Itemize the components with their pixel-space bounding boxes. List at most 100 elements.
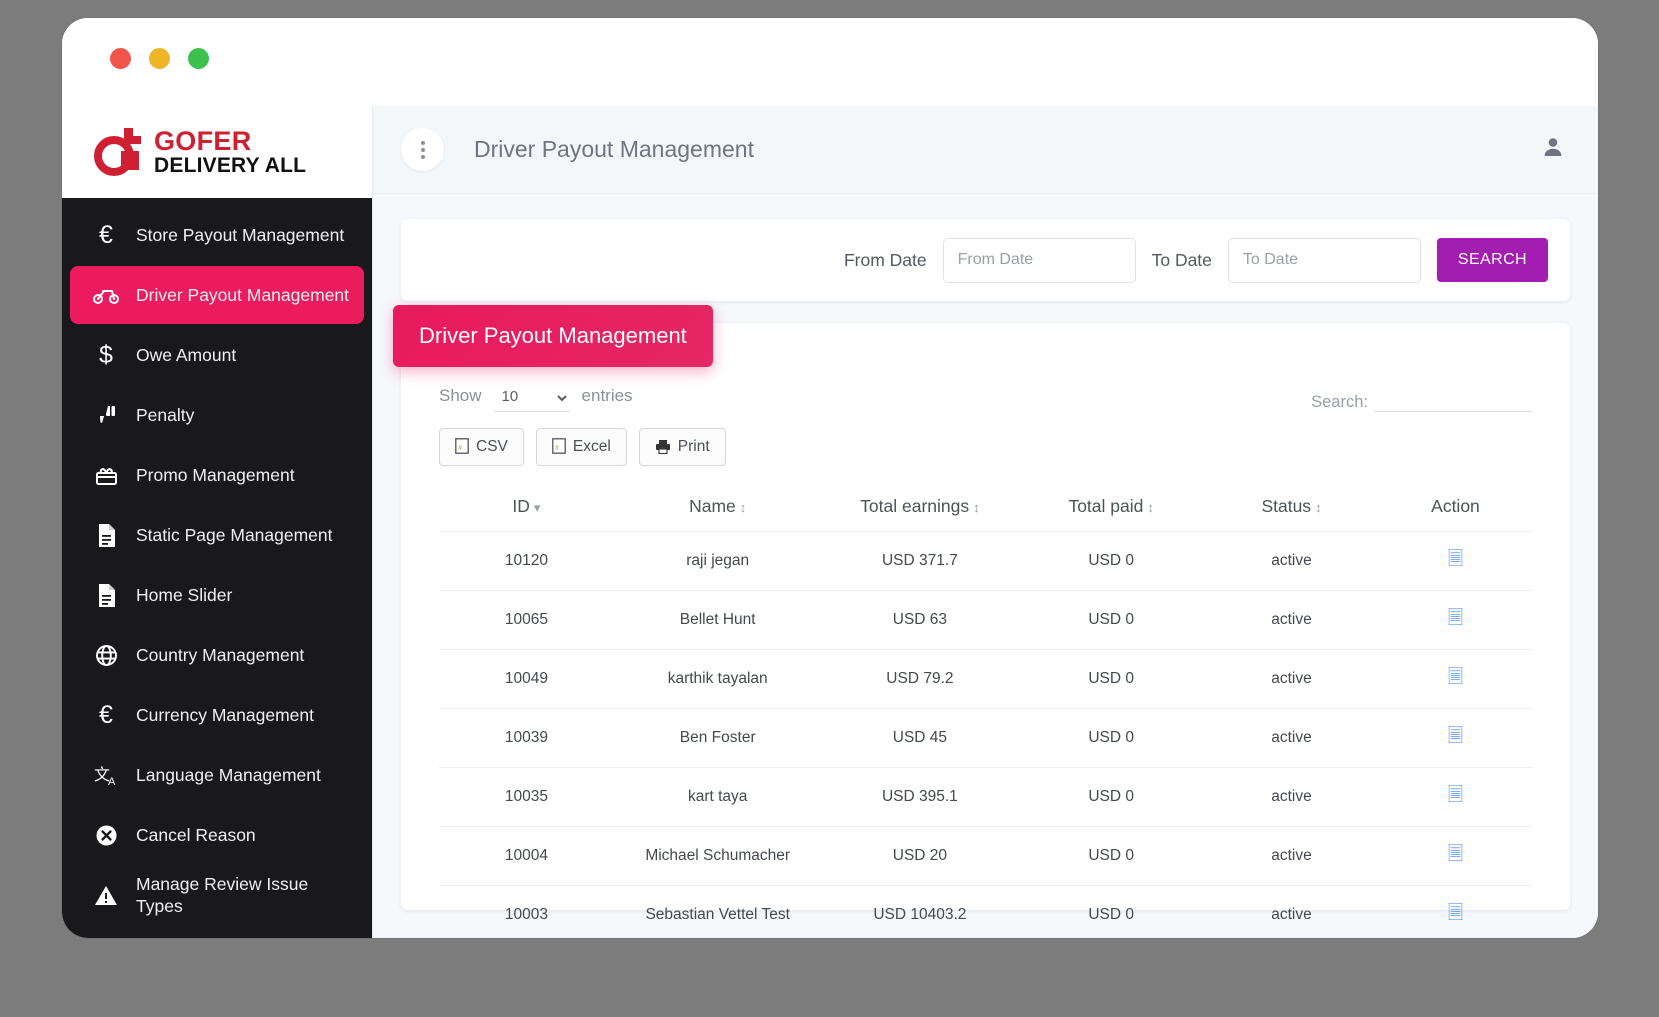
view-icon[interactable]: 🗏 [1448, 549, 1463, 570]
cell-action: 🗏 [1378, 531, 1532, 591]
cell-total-earnings: USD 63 [821, 590, 1019, 650]
window-titlebar [62, 18, 1598, 106]
sidebar-item-store-payout-management[interactable]: € Store Payout Management [70, 206, 364, 264]
sidebar-item-label: Promo Management [136, 464, 295, 485]
sidebar-item-driver-payout-management[interactable]: Driver Payout Management [70, 266, 364, 324]
minimize-window-button[interactable] [149, 48, 170, 69]
view-icon[interactable]: 🗏 [1448, 785, 1463, 806]
cell-name: Michael Schumacher [613, 826, 822, 886]
gift-icon [76, 465, 136, 486]
brand-logo[interactable]: GOFER DELIVERY ALL [62, 106, 372, 198]
cell-name: Bellet Hunt [613, 590, 822, 650]
cell-action: 🗏 [1378, 590, 1532, 650]
sidebar-item-manage-review-issue-types[interactable]: Manage Review Issue Types [70, 866, 364, 924]
column-header-name[interactable]: Name ↕ [614, 486, 822, 532]
export-csv-button[interactable]: x CSV [439, 428, 524, 466]
sidebar-item-label: Owe Amount [136, 344, 237, 365]
show-entries-control: Show 10 entries [439, 385, 633, 412]
sidebar-item-promo-management[interactable]: Promo Management [70, 446, 364, 504]
sidebar-item-language-management[interactable]: 文 A Language Management [70, 746, 364, 804]
brand-tagline: DELIVERY ALL [154, 154, 307, 178]
cell-total-earnings: USD 371.7 [821, 531, 1019, 591]
view-icon[interactable]: 🗏 [1448, 844, 1463, 865]
cell-action: 🗏 [1378, 767, 1532, 827]
sidebar-item-home-slider[interactable]: Home Slider [70, 566, 364, 624]
export-button-group: x CSV x Excel Print [439, 428, 1532, 466]
cell-total-paid: USD 0 [1018, 767, 1205, 827]
cell-status: active [1204, 885, 1379, 938]
sort-both-icon: ↕ [1147, 500, 1154, 515]
export-excel-label: Excel [572, 438, 611, 455]
maximize-window-button[interactable] [188, 48, 209, 69]
cell-id: 10049 [439, 649, 614, 709]
warning-icon [76, 885, 136, 906]
csv-icon: x [455, 438, 469, 456]
cell-total-earnings: USD 395.1 [821, 767, 1019, 827]
sort-both-icon: ↕ [973, 500, 980, 515]
search-button[interactable]: SEARCH [1436, 238, 1548, 282]
cell-status: active [1204, 590, 1379, 650]
to-date-label: To Date [1151, 249, 1212, 270]
view-icon[interactable]: 🗏 [1448, 903, 1463, 924]
sidebar-item-label: Static Page Management [136, 524, 333, 545]
sidebar-item-penalty[interactable]: Penalty [70, 386, 364, 444]
column-header-total-earnings[interactable]: Total earnings ↕ [822, 486, 1019, 532]
view-icon[interactable]: 🗏 [1448, 726, 1463, 747]
sidebar-nav: € Store Payout Management Driver Payout … [62, 198, 372, 938]
page-length-select[interactable]: 10 [493, 385, 570, 412]
column-header-total-paid[interactable]: Total paid ↕ [1018, 486, 1204, 532]
browser-window: GOFER DELIVERY ALL € Store Payout Manage… [62, 18, 1598, 938]
user-icon[interactable] [1542, 136, 1564, 163]
sidebar-item-label: Penalty [136, 404, 195, 425]
cell-action: 🗏 [1378, 708, 1532, 768]
sidebar-item-label: Country Management [136, 644, 305, 665]
cell-total-paid: USD 0 [1018, 885, 1205, 938]
sort-both-icon: ↕ [739, 500, 747, 515]
sidebar-item-cancel-reason[interactable]: Cancel Reason [70, 806, 364, 864]
euro-icon: € [99, 700, 113, 729]
table-search-control: Search: [1311, 387, 1532, 412]
cell-name: raji jegan [613, 531, 822, 591]
cell-id: 10004 [439, 826, 614, 886]
cell-total-earnings: USD 45 [821, 708, 1019, 768]
from-date-input[interactable] [942, 237, 1136, 283]
date-filter-card: From Date To Date SEARCH [401, 219, 1570, 301]
sidebar-item-label: Store Payout Management [136, 224, 345, 245]
column-header-id[interactable]: ID ▾ [439, 486, 614, 532]
print-button[interactable]: Print [638, 428, 726, 466]
cell-status: active [1204, 708, 1379, 768]
section-title-badge: Driver Payout Management [393, 305, 713, 367]
export-excel-button[interactable]: x Excel [535, 428, 627, 466]
cell-id: 10039 [439, 708, 614, 768]
export-csv-label: CSV [476, 438, 508, 455]
cell-total-paid: USD 0 [1018, 826, 1205, 886]
to-date-input[interactable] [1227, 237, 1421, 283]
main-content: Driver Payout Management From Date To Da… [372, 106, 1598, 938]
sidebar-item-static-page-management[interactable]: Static Page Management [70, 506, 364, 564]
table-search-label: Search: [1311, 393, 1368, 411]
thumbs-down-icon [76, 404, 136, 426]
view-icon[interactable]: 🗏 [1448, 608, 1463, 629]
driver-payout-table-card: Driver Payout Management Show 10 entries [393, 305, 1570, 938]
gofer-logo-icon [92, 128, 142, 176]
print-icon [655, 439, 671, 456]
sidebar-item-label: Manage Review Issue Types [136, 873, 309, 916]
sidebar-item-label: Driver Payout Management [136, 284, 350, 305]
column-header-action: Action [1431, 496, 1480, 516]
cancel-circle-icon [76, 824, 136, 847]
sidebar-item-currency-management[interactable]: € Currency Management [70, 686, 364, 744]
cell-action: 🗏 [1378, 885, 1532, 938]
column-header-status[interactable]: Status ↕ [1204, 486, 1379, 532]
cell-id: 10120 [439, 531, 614, 591]
sidebar-item-country-management[interactable]: Country Management [70, 626, 364, 684]
document-icon [76, 523, 136, 547]
cell-name: Sebastian Vettel Test [613, 885, 822, 938]
kebab-menu-icon[interactable] [401, 128, 444, 171]
table-search-input[interactable] [1374, 387, 1532, 412]
sidebar-item-owe-amount[interactable]: $ Owe Amount [70, 326, 364, 384]
view-icon[interactable]: 🗏 [1448, 667, 1463, 688]
svg-text:A: A [108, 776, 116, 787]
application-body: GOFER DELIVERY ALL € Store Payout Manage… [62, 106, 1598, 938]
close-window-button[interactable] [110, 48, 131, 69]
table-row: 10004 Michael Schumacher USD 20 USD 0 ac… [439, 826, 1532, 886]
